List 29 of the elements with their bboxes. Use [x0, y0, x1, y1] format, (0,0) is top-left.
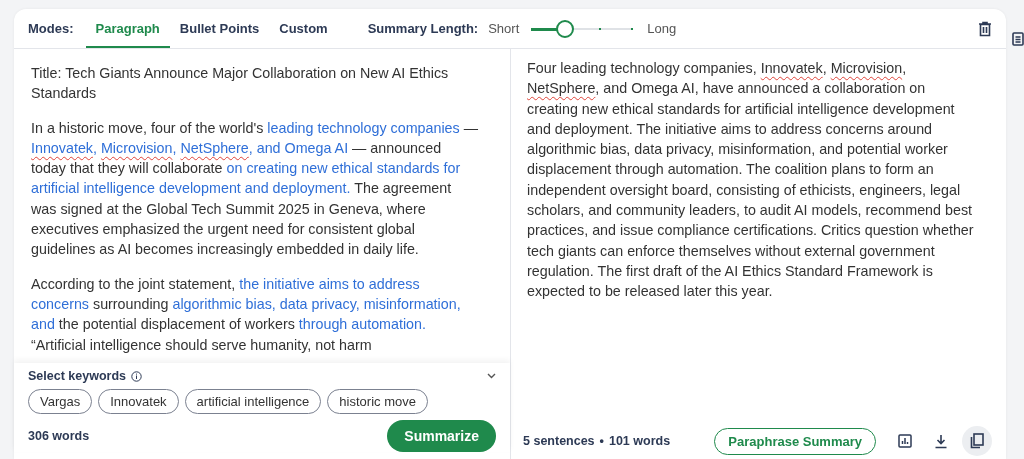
long-label: Long: [647, 21, 677, 36]
length-slider[interactable]: [531, 19, 634, 38]
slider-thumb[interactable]: [555, 19, 574, 38]
mode-tab[interactable]: Custom: [269, 11, 338, 48]
source-paragraph: In a historic move, four of the world's leading technology companies — Innovatek, Microvision, NetSphere, and Omega AI — announced today that they will collaborate on creating new ethical standards for artificial intelligence development and deployment. The agreement was signed at the Global Tech Summit 2025 in Geneva, where executives emphasized the urgent need for consistent global guidelines as AI becomes increasingly embedded in daily life.: [31, 118, 479, 260]
keyword-chip[interactable]: Innovatek: [98, 389, 179, 414]
paraphrase-summary-button[interactable]: Paraphrase Summary: [714, 427, 876, 455]
summary-word-count: 101 words: [608, 434, 671, 448]
info-icon[interactable]: [130, 370, 142, 382]
source-paragraph: Title: Tech Giants Announce Major Collaboration on New AI Ethics Standards: [31, 64, 450, 104]
chevron-down-icon[interactable]: [487, 373, 496, 379]
summarize-button[interactable]: Summarize: [387, 420, 496, 452]
keyword-chip[interactable]: artificial intelligence: [184, 389, 322, 414]
keyword-chip[interactable]: historic move: [327, 389, 428, 414]
copy-icon[interactable]: [962, 426, 992, 456]
summary-paragraph: Four leading technology companies, Innovatek, Microvision, NetSphere, and Omega AI, have announced a collaboration on creating new ethical standards for artificial intelligence development and deployment. The initiative aims to address concerns around algorithmic bias, data privacy, misinformation, and potential worker displacement through automation. The coalition plans to form an independent oversight board, consisting of ethicists, engineers, legal scholars, and community leaders, to audit AI models, recommend best practices, and issue compliance certifications. Critics question whether tech giants can enforce themselves without external government regulation. The first draft of the AI Ethics Standard Framework is expected to be released later this year.: [527, 59, 975, 302]
list-icon[interactable]: [1012, 32, 1024, 46]
modes-label: Modes:: [28, 21, 74, 36]
select-keywords-label: Select keywords: [28, 369, 126, 383]
source-paragraph: According to the joint statement, the initiative aims to address concerns surrounding algorithmic bias, data privacy, misinformation, and the potential displacement of workers through automation. “Artificial intelligence should serve humanity, not harm: [31, 274, 462, 355]
keyword-chip[interactable]: Vargas: [28, 389, 93, 414]
mode-tab[interactable]: Paragraph: [85, 11, 170, 48]
separator-dot: •: [599, 434, 604, 448]
mode-tab[interactable]: Bullet Points: [169, 11, 270, 48]
word-count: 306 words: [28, 429, 90, 443]
short-label: Short: [488, 21, 520, 36]
sentence-count: 5 sentences: [523, 434, 595, 448]
summary-length-label: Summary Length:: [367, 21, 479, 36]
trash-icon[interactable]: [978, 20, 992, 37]
